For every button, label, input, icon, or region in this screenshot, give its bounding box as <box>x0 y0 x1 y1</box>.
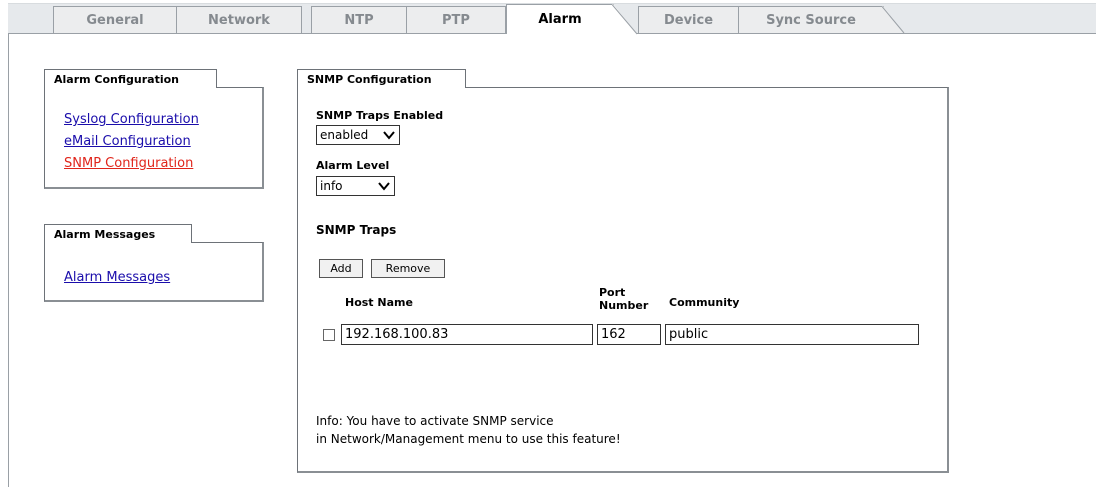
row-select-checkbox[interactable] <box>323 329 335 341</box>
tab-sync-source-label: Sync Source <box>766 12 856 28</box>
tab-ntp[interactable]: NTP <box>311 6 407 33</box>
alarm-level-value: info <box>320 179 343 193</box>
add-button[interactable]: Add <box>319 259 363 278</box>
alarm-configuration-title: Alarm Configuration <box>44 69 217 88</box>
alarm-level-label: Alarm Level <box>316 159 390 172</box>
tab-corner-icon <box>612 4 638 35</box>
alarm-level-select[interactable]: info <box>316 176 395 196</box>
community-input[interactable]: public <box>665 324 919 345</box>
syslog-configuration-link[interactable]: Syslog Configuration <box>64 112 199 127</box>
host-name-header: Host Name <box>345 296 413 309</box>
tab-general[interactable]: General <box>53 6 177 33</box>
snmp-configuration-title: SNMP Configuration <box>297 69 466 88</box>
snmp-traps-heading: SNMP Traps <box>316 223 397 237</box>
snmp-traps-enabled-value: enabled <box>320 128 369 142</box>
tab-network[interactable]: Network <box>176 6 302 33</box>
host-name-input[interactable]: 192.168.100.83 <box>341 324 593 345</box>
port-header-line1: Port <box>599 286 626 299</box>
tab-bar: General Network NTP PTP Alarm Device Syn… <box>0 0 1096 35</box>
tab-device[interactable]: Device <box>638 6 739 33</box>
port-number-input[interactable]: 162 <box>597 324 661 345</box>
alarm-messages-panel: Alarm Messages <box>44 242 264 302</box>
tab-sync-source[interactable]: Sync Source <box>738 6 905 34</box>
chevron-down-icon <box>383 131 395 140</box>
community-header: Community <box>669 296 740 309</box>
alarm-messages-link[interactable]: Alarm Messages <box>64 270 170 285</box>
chevron-down-icon <box>378 182 390 191</box>
main-content: Alarm Configuration Syslog Configuration… <box>8 33 1096 487</box>
info-line-2: in Network/Management menu to use this f… <box>316 432 621 446</box>
snmp-traps-enabled-label: SNMP Traps Enabled <box>316 109 444 122</box>
tab-alarm-label: Alarm <box>538 12 582 27</box>
port-header-line2: Number <box>599 299 649 312</box>
snmp-configuration-panel: SNMP Traps Enabled enabled Alarm Level i… <box>297 87 949 473</box>
snmp-configuration-link[interactable]: SNMP Configuration <box>64 156 193 171</box>
email-configuration-link[interactable]: eMail Configuration <box>64 134 191 149</box>
alarm-messages-title: Alarm Messages <box>44 224 192 243</box>
snmp-traps-enabled-select[interactable]: enabled <box>316 125 400 145</box>
remove-button[interactable]: Remove <box>371 259 445 278</box>
info-line-1: Info: You have to activate SNMP service <box>316 414 554 428</box>
tab-alarm[interactable]: Alarm <box>506 4 638 35</box>
tab-ptp[interactable]: PTP <box>406 6 506 33</box>
alarm-configuration-panel: Syslog Configuration eMail Configuration… <box>44 87 264 189</box>
tab-corner-icon <box>882 6 905 34</box>
